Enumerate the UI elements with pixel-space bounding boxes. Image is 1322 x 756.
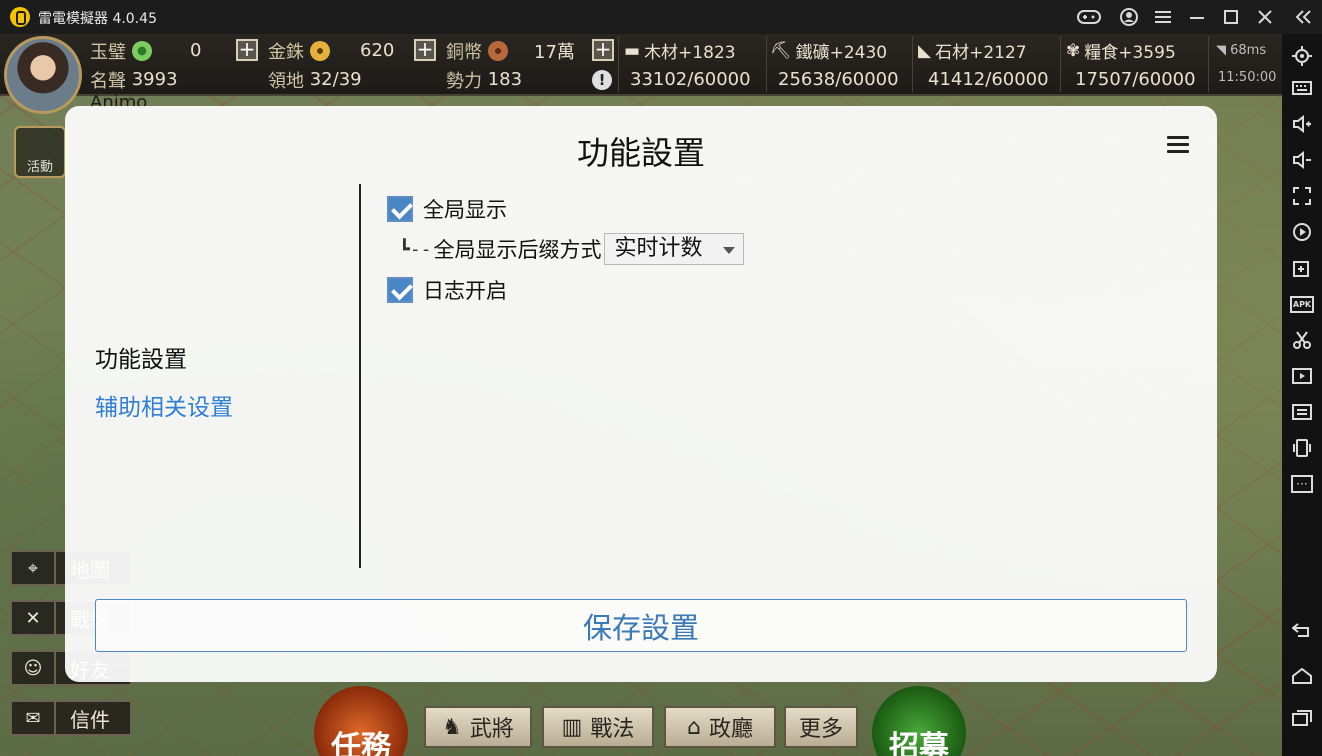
- more-button[interactable]: 更多: [784, 706, 858, 748]
- option-log-enabled: 日志开启: [387, 275, 507, 305]
- clock-display: 11:50:00: [1218, 70, 1277, 85]
- global-display-checkbox[interactable]: [387, 196, 413, 222]
- mail-button[interactable]: ✉ 信件: [10, 700, 132, 736]
- back-icon[interactable]: [1290, 618, 1314, 642]
- people-icon: ☺: [12, 652, 56, 684]
- jade-coin-icon: [132, 40, 152, 61]
- menu-icon[interactable]: [1150, 5, 1176, 29]
- global-display-label: 全局显示: [423, 198, 507, 222]
- office-button[interactable]: ⌂ 政廳: [664, 706, 776, 748]
- keyboard-icon[interactable]: [1290, 76, 1314, 100]
- helmet-icon: ♞: [442, 714, 462, 740]
- iron-icon: ⛏: [770, 40, 792, 61]
- palace-icon: ⌂: [687, 714, 701, 740]
- sync-icon[interactable]: [1290, 400, 1314, 424]
- nav-function-settings[interactable]: 功能設置: [95, 340, 187, 374]
- save-settings-button[interactable]: 保存設置: [95, 599, 1187, 652]
- food-rate: ✾ 糧食+3595: [1066, 40, 1176, 64]
- stone-amount: 41412/60000: [928, 69, 1049, 90]
- wood-icon: ▬: [624, 40, 641, 61]
- ping-display: ◥ 68ms: [1216, 43, 1267, 58]
- settings-divider: [359, 184, 361, 568]
- territory-cell: 領地 32/39: [268, 69, 362, 92]
- player-avatar[interactable]: [4, 36, 82, 114]
- user-icon[interactable]: [1116, 5, 1142, 29]
- copper-coin-icon: [488, 40, 508, 61]
- wheat-icon: ✾: [1066, 40, 1081, 61]
- add-copper-button[interactable]: +: [592, 39, 614, 61]
- iron-amount: 25638/60000: [778, 69, 899, 90]
- scissors-icon[interactable]: [1290, 328, 1314, 352]
- add-gold-button[interactable]: +: [414, 39, 436, 61]
- crossed-swords-icon: ✕: [12, 602, 56, 634]
- dropdown-arrow-icon: [722, 247, 735, 254]
- emulator-titlebar: 雷電模擬器 4.0.45: [0, 0, 1322, 34]
- close-icon[interactable]: [1252, 5, 1278, 29]
- tree-branch: ┗--: [399, 238, 432, 260]
- fullscreen-icon[interactable]: [1290, 184, 1314, 208]
- copper-cell: 銅幣 17萬: [446, 40, 575, 63]
- food-amount: 17507/60000: [1075, 69, 1196, 90]
- dialog-title: 功能設置: [576, 134, 705, 172]
- more-icon[interactable]: ···: [1290, 472, 1314, 496]
- jade-cell: 玉璧 0: [90, 40, 202, 63]
- resource-bar: 玉璧 0 + 金銖 620 + 銅幣 17萬 + 名聲 3993 領地 32/3…: [0, 34, 1282, 96]
- apk-icon[interactable]: APK: [1289, 292, 1315, 316]
- hamburger-menu-icon[interactable]: [1167, 136, 1189, 154]
- home-icon[interactable]: [1290, 664, 1314, 688]
- activity-button[interactable]: 活動: [14, 126, 66, 178]
- option-suffix-mode: ┗-- 全局显示后缀方式 实时计数: [399, 233, 744, 265]
- scroll-icon: ▥: [561, 714, 583, 740]
- record-icon[interactable]: [1290, 220, 1314, 244]
- minimize-icon[interactable]: [1184, 5, 1210, 29]
- warning-badge[interactable]: !: [592, 66, 612, 93]
- option-global-display: 全局显示: [387, 194, 507, 224]
- volume-up-icon[interactable]: [1290, 112, 1314, 136]
- envelope-icon: ✉: [12, 702, 56, 734]
- fame-cell: 名聲 3993: [90, 69, 178, 92]
- gold-cell: 金銖 620: [268, 40, 395, 63]
- iron-rate: ⛏ 鐵礦+2430: [770, 40, 888, 64]
- suffix-mode-label: 全局显示后缀方式: [433, 238, 602, 262]
- shake-icon[interactable]: [1290, 436, 1314, 460]
- recent-apps-icon[interactable]: [1290, 706, 1314, 730]
- power-cell: 勢力 183: [446, 69, 523, 92]
- nav-assist-settings[interactable]: 辅助相关设置: [95, 388, 233, 422]
- wood-amount: 33102/60000: [630, 69, 751, 90]
- stone-icon: ◣: [918, 40, 932, 61]
- maximize-icon[interactable]: [1218, 5, 1244, 29]
- collapse-icon[interactable]: [1290, 5, 1316, 29]
- log-enabled-label: 日志开启: [423, 279, 507, 303]
- settings-dialog: 功能設置 功能設置 辅助相关设置 全局显示 ┗-- 全局显示后缀方式 实时计数 …: [65, 106, 1217, 682]
- recruit-button[interactable]: 招募: [872, 686, 966, 756]
- volume-down-icon[interactable]: [1290, 148, 1314, 172]
- suffix-mode-select[interactable]: 实时计数: [603, 233, 744, 265]
- task-button[interactable]: 任務: [314, 686, 408, 756]
- signal-icon: ◥: [1216, 43, 1231, 58]
- emulator-title: 雷電模擬器 4.0.45: [38, 11, 157, 27]
- generals-button[interactable]: ♞ 武將: [424, 706, 532, 748]
- wood-rate: ▬ 木材+1823: [624, 40, 736, 64]
- stone-rate: ◣ 石材+2127: [918, 40, 1027, 64]
- gold-coin-icon: [310, 40, 330, 61]
- add-jade-button[interactable]: +: [236, 39, 258, 61]
- gamepad-icon[interactable]: [1076, 5, 1102, 29]
- tactics-button[interactable]: ▥ 戰法: [542, 706, 654, 748]
- log-enabled-checkbox[interactable]: [387, 277, 413, 303]
- add-window-icon[interactable]: [1290, 256, 1314, 280]
- emulator-sidebar: APK ···: [1282, 34, 1322, 756]
- map-pin-icon: ⌖: [12, 552, 56, 584]
- video-icon[interactable]: [1290, 364, 1314, 388]
- settings-icon[interactable]: [1290, 44, 1314, 68]
- emulator-logo-icon: [10, 7, 30, 27]
